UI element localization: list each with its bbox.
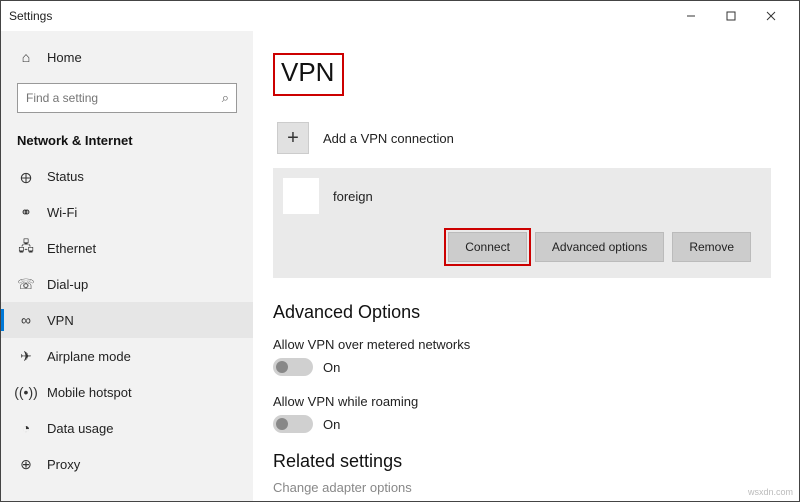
nav-label: Airplane mode <box>47 349 131 364</box>
nav-airplane[interactable]: ✈ Airplane mode <box>1 338 253 374</box>
nav-label: Wi-Fi <box>47 205 77 220</box>
option-label-metered: Allow VPN over metered networks <box>273 337 771 352</box>
nav-label: Mobile hotspot <box>47 385 132 400</box>
remove-button[interactable]: Remove <box>672 232 751 262</box>
nav-hotspot[interactable]: ((•)) Mobile hotspot <box>1 374 253 410</box>
add-vpn-row[interactable]: + Add a VPN connection <box>273 116 771 168</box>
nav-wifi[interactable]: ⚭ Wi-Fi <box>1 194 253 230</box>
airplane-icon: ✈ <box>17 348 35 365</box>
connection-name: foreign <box>333 189 373 204</box>
active-indicator <box>1 309 4 331</box>
page-title: VPN <box>273 53 344 96</box>
vpn-connection-card[interactable]: foreign Connect Advanced options Remove <box>273 168 771 278</box>
toggle-roaming[interactable] <box>273 415 313 433</box>
nav-data-usage[interactable]: ◔ Data usage <box>1 410 253 446</box>
vpn-icon: ∞ <box>17 312 35 328</box>
plus-icon: + <box>277 122 309 154</box>
search-icon: ⌕ <box>222 90 229 106</box>
maximize-button[interactable] <box>711 2 751 30</box>
related-settings-heading: Related settings <box>273 451 771 472</box>
dialup-icon: ☏ <box>17 276 35 293</box>
proxy-icon: ⊕ <box>17 456 35 473</box>
data-usage-icon: ◔ <box>17 420 35 436</box>
connect-button[interactable]: Connect <box>448 232 527 262</box>
sidebar: ⌂ Home ⌕ Network & Internet 🜨 Status ⚭ W… <box>1 31 253 501</box>
nav-label: VPN <box>47 313 74 328</box>
nav-home[interactable]: ⌂ Home <box>1 39 253 75</box>
toggle-metered[interactable] <box>273 358 313 376</box>
content-pane: VPN + Add a VPN connection foreign Conne… <box>253 31 799 501</box>
nav-status[interactable]: 🜨 Status <box>1 158 253 194</box>
hotspot-icon: ((•)) <box>17 384 35 400</box>
add-vpn-label: Add a VPN connection <box>323 131 454 146</box>
nav-vpn[interactable]: ∞ VPN <box>1 302 253 338</box>
status-icon: 🜨 <box>17 162 35 191</box>
option-label-roaming: Allow VPN while roaming <box>273 394 771 409</box>
nav-label: Proxy <box>47 457 80 472</box>
titlebar: Settings <box>1 1 799 31</box>
advanced-options-heading: Advanced Options <box>273 302 771 323</box>
wifi-icon: ⚭ <box>17 204 35 221</box>
nav-label: Dial-up <box>47 277 88 292</box>
toggle-state: On <box>323 360 340 375</box>
toggle-state: On <box>323 417 340 432</box>
search-input[interactable] <box>17 83 237 113</box>
watermark: wsxdn.com <box>748 487 793 497</box>
minimize-button[interactable] <box>671 2 711 30</box>
nav-label: Ethernet <box>47 241 96 256</box>
home-icon: ⌂ <box>17 49 35 65</box>
nav-label: Home <box>47 50 82 65</box>
nav-label: Data usage <box>47 421 114 436</box>
nav-dialup[interactable]: ☏ Dial-up <box>1 266 253 302</box>
nav-label: Status <box>47 169 84 184</box>
nav-proxy[interactable]: ⊕ Proxy <box>1 446 253 482</box>
window-title: Settings <box>9 9 52 23</box>
sidebar-group-header: Network & Internet <box>1 127 253 158</box>
nav-ethernet[interactable]: 🖧 Ethernet <box>1 230 253 266</box>
connection-icon <box>283 178 319 214</box>
close-button[interactable] <box>751 2 791 30</box>
change-adapter-link[interactable]: Change adapter options <box>273 480 771 495</box>
advanced-options-button[interactable]: Advanced options <box>535 232 664 262</box>
ethernet-icon: 🖧 <box>17 236 35 260</box>
